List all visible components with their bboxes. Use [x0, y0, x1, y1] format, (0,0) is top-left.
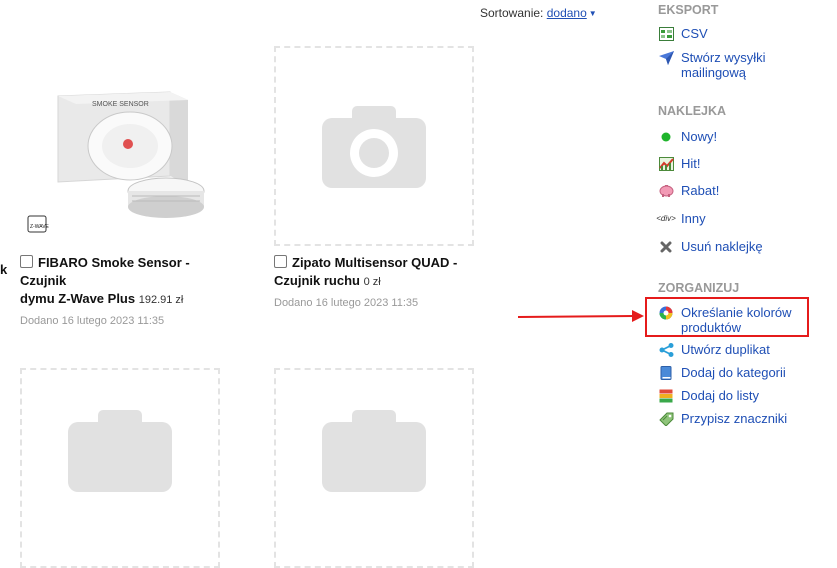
add-to-list-link[interactable]: Dodaj do listy: [681, 388, 759, 403]
csv-icon: [658, 26, 674, 41]
sticker-hit-link[interactable]: Hit!: [681, 156, 701, 171]
create-mailing-line2: mailingową: [681, 65, 747, 80]
remove-sticker[interactable]: Usuń naklejkę: [658, 239, 763, 254]
sticker-discount[interactable]: Rabat!: [658, 183, 719, 198]
add-to-list[interactable]: Dodaj do listy: [658, 388, 759, 403]
product-title-link-line2[interactable]: dymu Z-Wave Plus: [20, 291, 135, 306]
product-title: FIBARO Smoke Sensor - Czujnik dymu Z-Wav…: [20, 254, 220, 309]
book-icon: [658, 365, 674, 380]
x-icon: [658, 239, 674, 254]
green-dot-icon: [658, 129, 674, 144]
div-tag-text: div: [660, 214, 672, 223]
product-card: SMOKE SENSOR Z-WAVE FIBARO Smoke Sensor …: [20, 46, 220, 327]
product-image-placeholder[interactable]: [274, 368, 474, 568]
product-card: [20, 368, 220, 568]
remove-sticker-link[interactable]: Usuń naklejkę: [681, 239, 763, 254]
assign-tags[interactable]: Przypisz znaczniki: [658, 411, 787, 426]
box-label: SMOKE SENSOR: [92, 101, 149, 108]
highlight-box: [645, 297, 809, 337]
product-added-date: Dodano 16 lutego 2023 11:35: [20, 315, 165, 327]
partial-product-title: k: [0, 262, 8, 277]
product-title-link-line2[interactable]: Czujnik ruchu: [274, 273, 360, 288]
sort-label: Sortowanie:: [480, 6, 544, 20]
red-arrow-icon: [518, 310, 644, 322]
product-title-link-line1[interactable]: Zipato Multisensor QUAD -: [292, 255, 457, 270]
export-csv-link[interactable]: CSV: [681, 26, 708, 41]
stack-icon: [658, 388, 674, 403]
product-title: Zipato Multisensor QUAD - Czujnik ruchu …: [274, 254, 474, 291]
smoke-sensor-photo: SMOKE SENSOR Z-WAVE: [27, 91, 205, 233]
camera-placeholder-icon: [322, 410, 426, 492]
div-tag-icon: < div >: [656, 211, 676, 226]
product-price: 0 zł: [363, 276, 381, 288]
share-icon: [658, 342, 674, 357]
create-duplicate[interactable]: Utwórz duplikat: [658, 342, 770, 357]
sticker-other[interactable]: < div > Inny: [656, 211, 706, 226]
create-mailing[interactable]: Stwórz wysyłki mailingową: [658, 50, 766, 80]
product-price: 192.91 zł: [138, 294, 184, 306]
camera-placeholder-icon: [322, 106, 426, 188]
product-title-link-line1[interactable]: FIBARO Smoke Sensor - Czujnik: [20, 255, 190, 288]
paper-plane-icon: [658, 50, 674, 65]
product-card: Zipato Multisensor QUAD - Czujnik ruchu …: [274, 46, 474, 309]
create-mailing-link[interactable]: Stwórz wysyłki mailingową: [681, 50, 766, 80]
product-checkbox[interactable]: [20, 255, 33, 268]
create-duplicate-link[interactable]: Utwórz duplikat: [681, 342, 770, 357]
caret-down-icon[interactable]: ▼: [589, 9, 597, 18]
product-checkbox[interactable]: [274, 255, 287, 268]
add-to-category[interactable]: Dodaj do kategorii: [658, 365, 786, 380]
sort-control: Sortowanie: dodano ▼: [480, 6, 597, 20]
create-mailing-line1: Stwórz wysyłki: [681, 50, 766, 65]
camera-placeholder-icon: [68, 410, 172, 492]
product-card: [274, 368, 474, 568]
sticker-new[interactable]: Nowy!: [658, 129, 717, 144]
product-added-date: Dodano 16 lutego 2023 11:35: [274, 297, 419, 309]
assign-tags-link[interactable]: Przypisz znaczniki: [681, 411, 787, 426]
export-csv[interactable]: CSV: [658, 26, 708, 41]
add-to-category-link[interactable]: Dodaj do kategorii: [681, 365, 786, 380]
section-heading-sticker: NAKLEJKA: [658, 104, 727, 118]
sticker-hit[interactable]: Hit!: [658, 156, 701, 171]
section-heading-export: EKSPORT: [658, 3, 719, 17]
product-image-placeholder[interactable]: [274, 46, 474, 246]
chart-up-icon: [658, 156, 674, 171]
sticker-new-link[interactable]: Nowy!: [681, 129, 717, 144]
sticker-other-link[interactable]: Inny: [681, 211, 706, 226]
sticker-discount-link[interactable]: Rabat!: [681, 183, 719, 198]
section-heading-organize: ZORGANIZUJ: [658, 281, 740, 295]
sort-dropdown[interactable]: dodano: [547, 6, 587, 20]
product-image-placeholder[interactable]: [20, 368, 220, 568]
tags-icon: [658, 411, 674, 426]
piggy-bank-icon: [658, 183, 674, 198]
zwave-badge: Z-WAVE: [30, 224, 50, 230]
product-image[interactable]: SMOKE SENSOR Z-WAVE: [20, 46, 220, 246]
